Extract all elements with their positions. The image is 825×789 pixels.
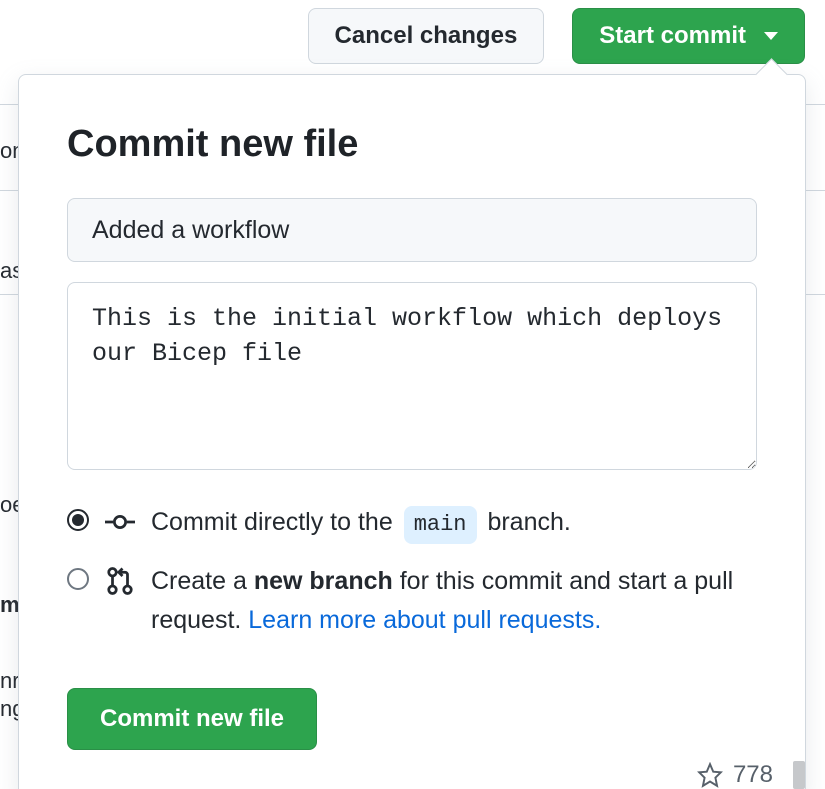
text: Create a: [151, 567, 254, 595]
commit-summary-input[interactable]: [67, 198, 757, 262]
top-toolbar: Cancel changes Start commit: [308, 8, 805, 64]
commit-new-branch-label: Create a new branch for this commit and …: [151, 562, 757, 640]
star-count: 778: [697, 761, 805, 789]
cancel-changes-button[interactable]: Cancel changes: [308, 8, 545, 64]
git-pull-request-icon: [105, 566, 135, 596]
commit-new-file-label: Commit new file: [100, 705, 284, 733]
start-commit-button[interactable]: Start commit: [572, 8, 805, 64]
git-commit-icon: [105, 507, 135, 537]
text: branch.: [487, 508, 570, 536]
scrollbar-thumb[interactable]: [793, 761, 805, 789]
commit-description-textarea[interactable]: This is the initial workflow which deplo…: [67, 282, 757, 470]
radio-button[interactable]: [67, 509, 89, 531]
commit-direct-label: Commit directly to the main branch.: [151, 503, 757, 544]
branch-pill: main: [404, 506, 477, 544]
star-icon: [697, 762, 723, 788]
commit-new-branch-option[interactable]: Create a new branch for this commit and …: [67, 562, 757, 640]
star-count-value: 778: [733, 761, 773, 789]
learn-more-link[interactable]: Learn more about pull requests.: [248, 606, 601, 634]
caret-down-icon: [764, 32, 778, 40]
radio-button[interactable]: [67, 568, 89, 590]
bg-fragment: m: [0, 592, 20, 618]
start-commit-label: Start commit: [599, 22, 746, 50]
commit-new-file-button[interactable]: Commit new file: [67, 688, 317, 750]
text: Commit directly to the: [151, 508, 400, 536]
text-bold: new branch: [254, 567, 393, 595]
cancel-changes-label: Cancel changes: [335, 22, 518, 50]
commit-dialog: Commit new file This is the initial work…: [18, 74, 806, 789]
commit-direct-option[interactable]: Commit directly to the main branch.: [67, 503, 757, 544]
bg-fragment: nr: [0, 668, 20, 694]
dialog-title: Commit new file: [67, 123, 757, 166]
